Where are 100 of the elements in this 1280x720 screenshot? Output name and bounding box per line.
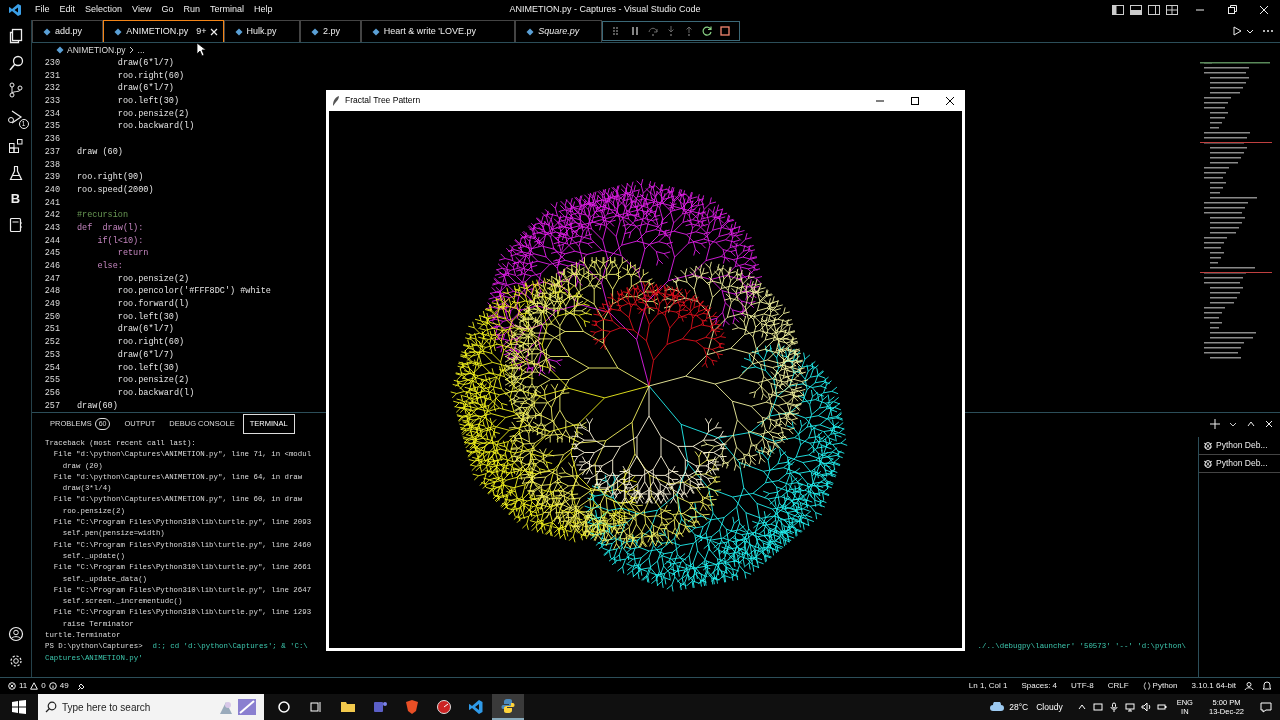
error-icon (8, 682, 16, 690)
code-line: else: (96, 260, 123, 273)
layout-icon[interactable] (1166, 5, 1178, 15)
line-number: 233 (43, 95, 60, 108)
line-number: 251 (43, 323, 60, 337)
line-number: 246 (43, 260, 60, 273)
terminal-session[interactable]: Python Deb... (1199, 437, 1280, 455)
code-line: roo.pencolor('#FFF8DC') #white (116, 285, 271, 299)
sidebar-toggle-icon[interactable] (1112, 5, 1124, 15)
code-line: roo.left(30) (116, 95, 180, 108)
problems-status[interactable]: 11 0 49 (8, 680, 69, 692)
camera-icon[interactable] (1092, 702, 1103, 712)
account-feedback-icon[interactable] (1244, 681, 1254, 691)
editor-tab[interactable]: add.py (32, 20, 104, 42)
menu-item[interactable]: Help (253, 3, 273, 17)
info-icon (48, 682, 57, 690)
menu-item[interactable]: File (35, 3, 50, 17)
maximize-icon[interactable] (910, 95, 920, 106)
menu-item[interactable]: Selection (85, 3, 123, 17)
menu-item[interactable]: Go (161, 3, 174, 17)
line-number: 230 (43, 57, 60, 70)
more-icon[interactable] (1262, 29, 1274, 33)
settings-icon[interactable] (7, 653, 24, 669)
search-icon[interactable] (7, 55, 24, 71)
code-line: roo.backward(l) (116, 120, 195, 134)
editor-tab[interactable]: ANIMETION.py 9+ (103, 20, 224, 42)
menu-item[interactable]: Edit (59, 3, 76, 17)
speaker-icon[interactable] (1140, 702, 1151, 712)
editor-tab[interactable]: 2.py (299, 20, 361, 42)
close-icon[interactable] (945, 95, 955, 106)
stop-icon[interactable] (718, 25, 731, 37)
microphone-icon[interactable] (1108, 702, 1119, 712)
braces-icon (1142, 682, 1151, 690)
code-line: def draw(l): (77, 221, 144, 235)
python-icon (500, 698, 516, 714)
sidebar-right-toggle-icon[interactable] (1148, 5, 1160, 15)
editor-tab[interactable]: Square.py (515, 20, 602, 42)
restore-icon[interactable] (1226, 4, 1238, 16)
status-item[interactable]: Python (1142, 680, 1178, 692)
line-number: 252 (43, 336, 60, 349)
battery-icon[interactable] (1156, 702, 1167, 712)
code-line: draw(6*l/7) (116, 82, 174, 96)
chevron-up-icon[interactable] (1076, 702, 1087, 712)
bug-icon (1203, 440, 1213, 451)
explorer-icon[interactable] (7, 28, 24, 44)
chevron-up-icon[interactable] (1246, 419, 1256, 429)
code-line: draw (60) (77, 145, 123, 159)
editor-tab[interactable]: Hulk.py (223, 20, 300, 42)
line-number: 256 (43, 386, 60, 400)
code-line: roo.forward(l) (116, 298, 190, 311)
code-line: roo.left(30) (116, 361, 180, 375)
search-field[interactable]: Type here to search (38, 694, 264, 720)
notification-icon[interactable] (1262, 681, 1272, 691)
windows-start-icon[interactable] (12, 700, 26, 714)
editor-tab[interactable]: Heart & write 'LOVE.py (360, 20, 516, 42)
terminal-session[interactable]: Python Deb... (1199, 454, 1280, 473)
code-line: roo.right(60) (116, 69, 185, 83)
network-icon[interactable] (1124, 702, 1135, 712)
source-control-icon[interactable] (7, 82, 24, 98)
chevron-icon (128, 46, 135, 54)
account-icon[interactable] (7, 626, 24, 642)
line-number: 240 (43, 183, 60, 197)
line-number: 237 (43, 145, 60, 159)
notebook-icon[interactable] (7, 217, 24, 233)
extensions-icon[interactable] (7, 138, 24, 154)
run-debug-icon[interactable] (6, 109, 23, 125)
port-icon[interactable] (76, 681, 86, 691)
line-number: 255 (43, 374, 60, 387)
add-icon[interactable] (1210, 419, 1220, 429)
menu-item[interactable]: Terminal (209, 3, 244, 17)
cloud-icon[interactable] (989, 702, 1006, 712)
status-item[interactable]: UTF-8 (1071, 680, 1094, 692)
status-item[interactable]: CRLF (1107, 680, 1129, 692)
breadcrumb-item[interactable]: ANIMETION.py (67, 43, 126, 57)
restart-icon[interactable] (700, 25, 713, 37)
status-item[interactable]: 3.10.1 64-bit (1191, 680, 1236, 692)
python-file-icon (526, 27, 535, 36)
breadcrumb-item[interactable]: ... (137, 43, 145, 57)
run-icon[interactable] (1231, 25, 1243, 37)
taskbar-app[interactable] (492, 694, 524, 720)
line-number: 254 (43, 361, 60, 375)
line-number: 245 (43, 247, 60, 260)
line-number: 244 (43, 234, 60, 248)
code-line: roo.right(90) (77, 171, 144, 184)
line-number: 250 (43, 310, 60, 324)
caret-icon[interactable] (1246, 27, 1254, 35)
python-file-icon (43, 27, 51, 36)
extension-letter[interactable]: B (10, 192, 21, 206)
menu-item[interactable]: View (132, 3, 152, 17)
status-item[interactable]: Spaces: 4 (1021, 680, 1058, 692)
cortana-icon[interactable] (278, 701, 290, 713)
line-number: 231 (43, 69, 60, 83)
bug-icon (1203, 458, 1213, 469)
temperature-text: 28°C (1009, 700, 1029, 714)
task-view-icon[interactable] (310, 701, 322, 713)
status-item[interactable]: Ln 1, Col 1 (968, 680, 1008, 692)
panel-toggle-icon[interactable] (1130, 5, 1142, 15)
python-file-icon (114, 27, 123, 36)
menu-item[interactable]: Run (183, 3, 200, 17)
flask-icon[interactable] (7, 165, 24, 181)
